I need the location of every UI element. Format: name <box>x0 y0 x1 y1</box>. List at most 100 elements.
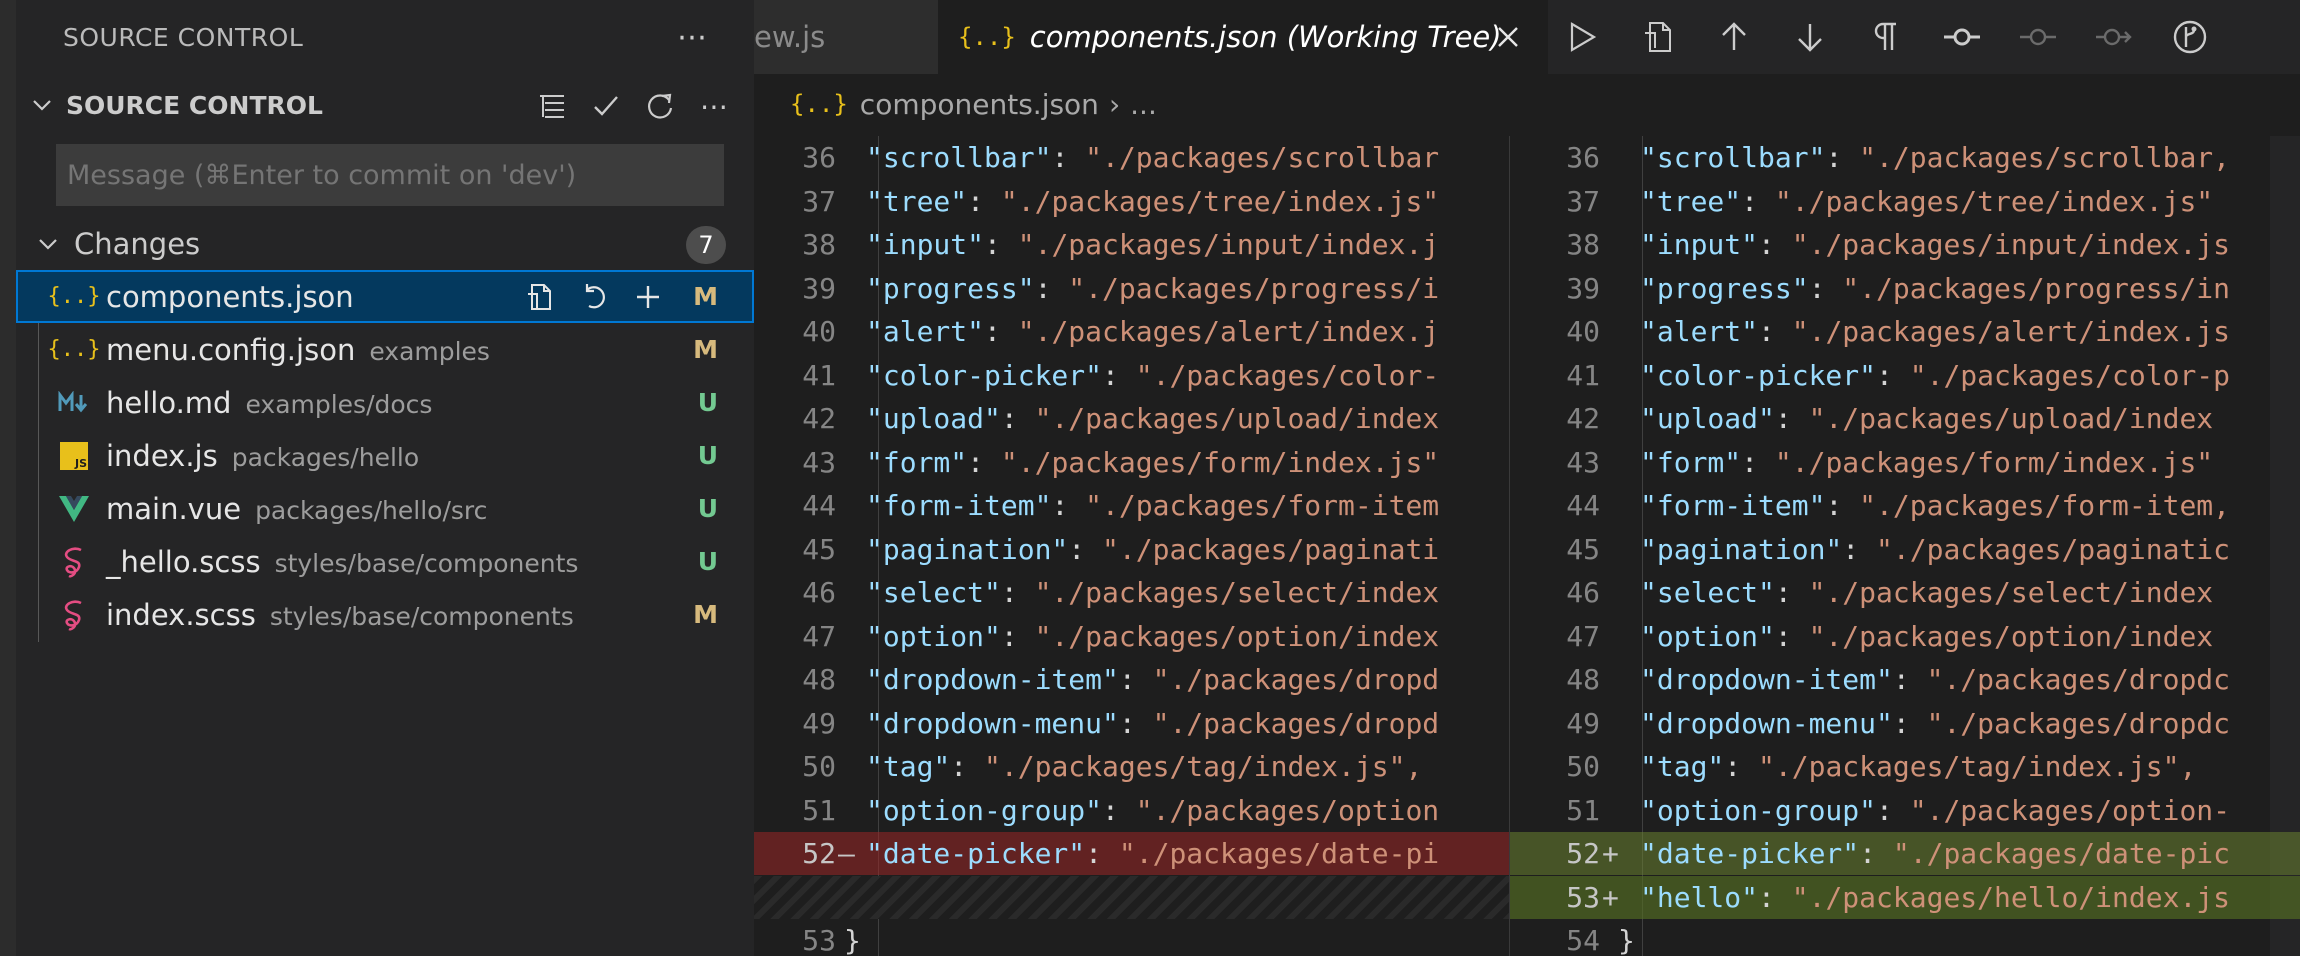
code-line[interactable]: 45 "pagination": "./packages/paginatic <box>1510 528 2300 571</box>
code-line[interactable]: 51 "option-group": "./packages/option- <box>1510 789 2300 832</box>
code-line[interactable]: 51 "option-group": "./packages/option <box>754 789 1509 832</box>
breadcrumb-file[interactable]: components.json <box>860 88 1099 121</box>
changes-group-header[interactable]: Changes 7 <box>16 218 754 270</box>
code-line[interactable]: 39 "progress": "./packages/progress/i <box>754 267 1509 310</box>
colon: : <box>1102 793 1119 827</box>
stage-changes-button[interactable] <box>628 277 668 317</box>
colon: : <box>1000 576 1018 609</box>
list-item[interactable]: {..} menu.config.json examples M <box>16 323 754 376</box>
code-line[interactable]: 42 "upload": "./packages/upload/index <box>1510 397 2300 440</box>
breadcrumb-symbol[interactable]: ... <box>1130 88 1157 121</box>
chevron-down-icon[interactable] <box>24 87 60 123</box>
code-line[interactable]: 52 + "date-picker": "./packages/date-pic <box>1510 832 2300 875</box>
list-item[interactable]: {..} components.json M <box>16 270 754 323</box>
code-line[interactable]: 36 "scrollbar": "./packages/scrollbar, <box>1510 136 2300 179</box>
commit-button[interactable] <box>586 86 626 126</box>
chevron-down-icon[interactable] <box>30 226 66 262</box>
colon: : <box>1758 315 1775 348</box>
code-line[interactable]: 44 "form-item": "./packages/form-item, <box>1510 484 2300 527</box>
code-line[interactable]: 41 "color-picker": "./packages/color-p <box>1510 354 2300 397</box>
json-value: "./packages/progress/in <box>1825 271 2231 305</box>
diff-original-pane[interactable]: 36 "scrollbar": "./packages/scrollbar 37 "t… <box>754 136 1509 956</box>
list-item[interactable]: index.scss styles/base/components M <box>16 588 754 641</box>
list-item[interactable]: JS index.js packages/hello U <box>16 429 754 482</box>
code-line[interactable]: 53 + "hello": "./packages/hello/index.js <box>1510 875 2300 919</box>
file-inline-actions <box>520 277 668 317</box>
code-line[interactable] <box>754 875 1509 919</box>
pilcrow-icon <box>1874 22 1896 50</box>
diff-added-marker: + <box>1602 837 1619 870</box>
open-file-button[interactable] <box>520 277 560 317</box>
code-line[interactable]: 50 "tag": "./packages/tag/index.js", <box>1510 745 2300 788</box>
code-line[interactable]: 41 "color-picker": "./packages/color- <box>754 354 1509 397</box>
code-line[interactable]: 52— "date-picker": "./packages/date-pi <box>754 832 1509 875</box>
json-key: "scrollbar" <box>866 141 1052 174</box>
list-item[interactable]: hello.md examples/docs U <box>16 376 754 429</box>
open-file-button[interactable] <box>1630 9 1686 65</box>
file-name: components.json <box>106 279 354 314</box>
json-value: "./packages/form/index.js" <box>984 445 1440 479</box>
editor-actions <box>1554 0 2218 74</box>
view-as-tree-button[interactable] <box>532 86 572 126</box>
code-line[interactable]: 48 "dropdown-item": "./packages/dropd <box>754 658 1509 701</box>
diff-modified-pane[interactable]: 36 "scrollbar": "./packages/scrollbar, 37 "… <box>1510 136 2300 956</box>
more-actions-button[interactable]: ⋯ <box>694 86 734 126</box>
code-line[interactable]: 54} <box>1510 919 2300 956</box>
code-line[interactable]: 44 "form-item": "./packages/form-item <box>754 484 1509 527</box>
git-commit-disabled-button[interactable] <box>2010 9 2066 65</box>
code-text: "option-group": "./packages/option- <box>1640 794 2230 827</box>
refresh-button[interactable] <box>640 86 680 126</box>
toggle-whitespace-button[interactable] <box>1858 9 1914 65</box>
file-path: packages/hello <box>231 442 420 472</box>
code-line[interactable]: 47 "option": "./packages/option/index <box>1510 615 2300 658</box>
file-name: index.scss styles/base/components <box>106 597 574 632</box>
code-line[interactable]: 49 "dropdown-menu": "./packages/dropdc <box>1510 702 2300 745</box>
code-line[interactable]: 36 "scrollbar": "./packages/scrollbar <box>754 136 1509 179</box>
code-line[interactable]: 43 "form": "./packages/form/index.js" <box>754 441 1509 484</box>
code-line[interactable]: 39 "progress": "./packages/progress/in <box>1510 267 2300 310</box>
json-value: "./packages/upload/index <box>1791 402 2214 435</box>
code-line[interactable]: 48 "dropdown-item": "./packages/dropdc <box>1510 658 2300 701</box>
code-line[interactable]: 46 "select": "./packages/select/index <box>1510 571 2300 614</box>
git-compare-disabled-button[interactable] <box>2086 9 2142 65</box>
previous-change-button[interactable] <box>1706 9 1762 65</box>
refresh-icon <box>648 93 673 119</box>
line-number: 53 <box>802 924 836 956</box>
code-line[interactable]: 40 "alert": "./packages/alert/index.j <box>754 310 1509 353</box>
git-commit-button[interactable] <box>1934 9 1990 65</box>
code-line[interactable]: 37 "tree": "./packages/tree/index.js" <box>754 180 1509 223</box>
list-item[interactable]: main.vue packages/hello/src U <box>16 482 754 535</box>
code-line[interactable]: 47 "option": "./packages/option/index <box>754 615 1509 658</box>
close-tab-button[interactable] <box>1488 17 1528 57</box>
json-file-icon: {..} <box>958 23 1016 51</box>
tab-previous[interactable]: ew.js <box>754 0 938 74</box>
commit-message-input[interactable] <box>56 144 724 206</box>
source-control-section-header[interactable]: SOURCE CONTROL ⋯ <box>16 82 754 128</box>
tab-components-json[interactable]: {..} components.json (Working Tree) <box>938 0 1548 74</box>
code-line[interactable]: 38 "input": "./packages/input/index.js <box>1510 223 2300 266</box>
run-button[interactable] <box>1554 9 1610 65</box>
code-line[interactable]: 42 "upload": "./packages/upload/index <box>754 397 1509 440</box>
code-text: "scrollbar": "./packages/scrollbar, <box>1640 141 2230 174</box>
code-line[interactable]: 53} <box>754 919 1509 956</box>
code-line[interactable]: 49 "dropdown-menu": "./packages/dropd <box>754 702 1509 745</box>
panel-more-actions-button[interactable]: ⋯ <box>672 18 712 56</box>
next-change-button[interactable] <box>1782 9 1838 65</box>
json-value: "./packages/color-p <box>1892 358 2231 392</box>
json-value: "./packages/tag/index.js", <box>1741 750 2197 783</box>
line-number: 44 <box>802 489 836 522</box>
code-line[interactable]: 37 "tree": "./packages/tree/index.js" <box>1510 180 2300 223</box>
code-line[interactable]: 40 "alert": "./packages/alert/index.js <box>1510 310 2300 353</box>
list-item[interactable]: _hello.scss styles/base/components U <box>16 535 754 588</box>
json-key: "form" <box>866 445 968 479</box>
code-line[interactable]: 50 "tag": "./packages/tag/index.js", <box>754 745 1509 788</box>
code-line[interactable]: 45 "pagination": "./packages/paginati <box>754 528 1509 571</box>
json-key: "option" <box>1640 619 1775 653</box>
json-value: "./packages/paginati <box>1085 532 1440 566</box>
code-line[interactable]: 43 "form": "./packages/form/index.js" <box>1510 441 2300 484</box>
git-graph-button[interactable] <box>2162 9 2218 65</box>
discard-changes-button[interactable] <box>574 277 614 317</box>
code-line[interactable]: 38 "input": "./packages/input/index.j <box>754 223 1509 266</box>
code-line[interactable]: 46 "select": "./packages/select/index <box>754 571 1509 614</box>
json-value: "./packages/dropdc <box>1909 663 2231 696</box>
